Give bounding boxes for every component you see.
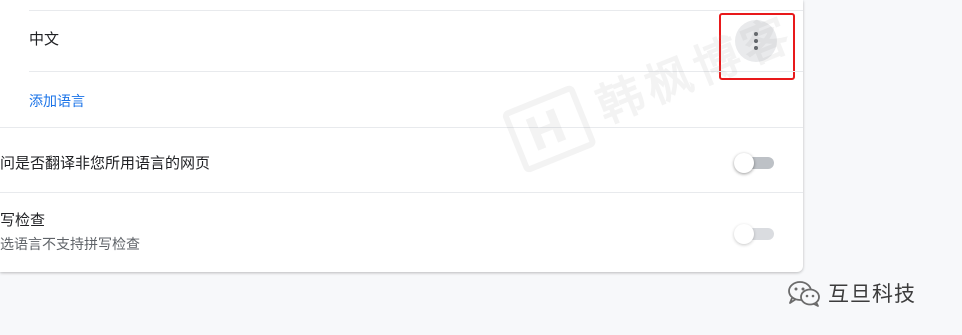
spell-check-title: 写检查 (0, 211, 46, 229)
wechat-account-name: 互旦科技 (828, 282, 916, 306)
spell-check-subtitle: 选语言不支持拼写检查 (0, 237, 140, 253)
divider (29, 71, 803, 72)
wechat-account-badge: 互旦科技 (786, 276, 916, 310)
add-language-link[interactable]: 添加语言 (29, 93, 85, 111)
toggle-knob (734, 224, 754, 244)
settings-page: 中文 添加语言 问是否翻译非您所用语言的网页 写检查 选语言不支持拼写检查 互旦… (0, 0, 962, 335)
translate-prompt-label: 问是否翻译非您所用语言的网页 (0, 154, 211, 172)
translate-prompt-toggle[interactable] (734, 151, 774, 173)
divider (0, 127, 803, 128)
annotation-highlight-box (719, 13, 795, 80)
language-row-chinese: 中文 (0, 11, 803, 71)
toggle-knob (734, 153, 754, 173)
spell-check-toggle[interactable] (734, 222, 774, 244)
wechat-icon (788, 281, 820, 307)
divider (0, 192, 803, 193)
language-name: 中文 (29, 30, 60, 48)
languages-card: 中文 添加语言 问是否翻译非您所用语言的网页 写检查 选语言不支持拼写检查 (0, 0, 803, 272)
